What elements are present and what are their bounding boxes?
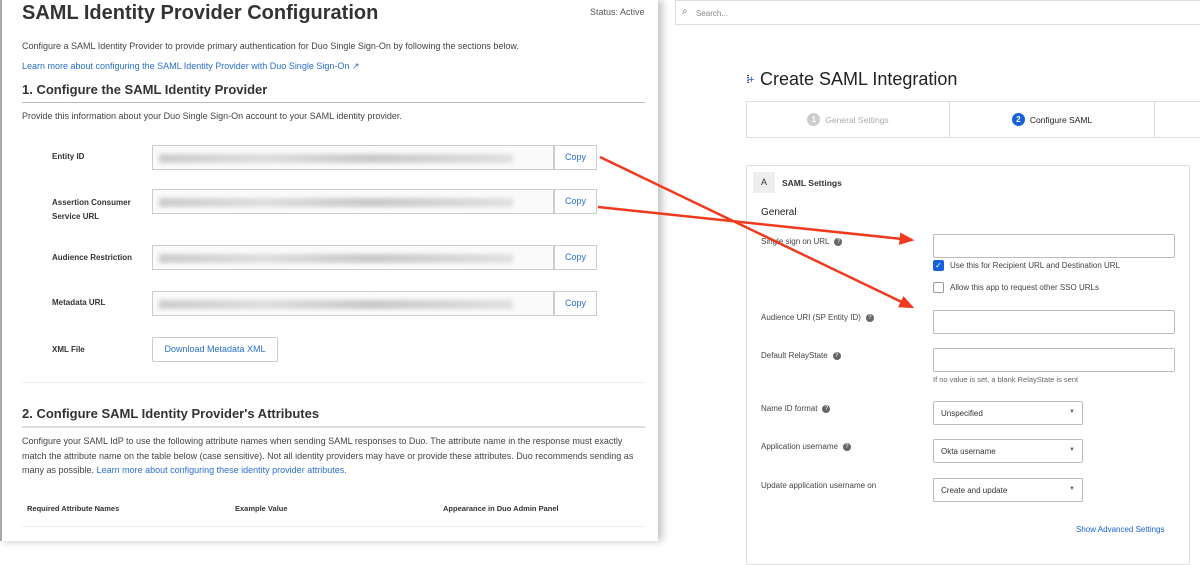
group-heading: General	[761, 207, 797, 218]
search-placeholder: Search...	[696, 9, 729, 18]
field-label: Audience Restriction	[52, 253, 133, 262]
metadata-url-field[interactable]	[152, 291, 554, 316]
status-text: Status: Active	[590, 7, 645, 17]
attributes-link[interactable]: Learn more about configuring these ident…	[97, 465, 347, 475]
checkbox-label: Allow this app to request other SSO URLs	[950, 283, 1099, 292]
search-icon: ⌕	[682, 6, 688, 17]
show-advanced-link[interactable]: Show Advanced Settings	[1076, 525, 1165, 534]
help-icon[interactable]: ?	[865, 313, 874, 322]
divider	[22, 102, 645, 103]
sso-url-input[interactable]	[933, 234, 1175, 258]
field-label: Assertion Consumer Service URL	[52, 198, 131, 221]
copy-metadata-url-button[interactable]: Copy	[554, 291, 597, 316]
tab-label: Configure SAML	[1029, 114, 1093, 125]
chevron-down-icon: ▼	[1069, 447, 1075, 453]
tab-configure-saml[interactable]: 2 Configure SAML	[950, 102, 1155, 137]
field-label: XML File	[52, 345, 85, 354]
chevron-down-icon: ▼	[1069, 486, 1075, 492]
appuser-label: Application username	[761, 442, 838, 451]
recipient-checkbox[interactable]: ✓	[933, 260, 944, 271]
page-title: SAML Identity Provider Configuration	[22, 2, 379, 24]
search-input[interactable]: ⌕ Search...	[675, 0, 1200, 25]
duo-saml-config-panel: SAML Identity Provider Configuration Sta…	[0, 0, 658, 541]
select-value: Okta username	[941, 447, 996, 456]
copy-audience-button[interactable]: Copy	[554, 245, 597, 270]
divider	[22, 382, 645, 383]
select-value: Unspecified	[941, 409, 983, 418]
other-sso-checkbox[interactable]	[933, 282, 944, 293]
help-icon[interactable]: ?	[834, 237, 843, 246]
nameid-label: Name ID format	[761, 404, 818, 413]
tab-general-settings[interactable]: 1 General Settings	[747, 102, 950, 137]
column-header: Appearance in Duo Admin Panel	[443, 504, 559, 513]
chevron-down-icon: ▼	[1069, 409, 1075, 415]
section-title: SAML Settings	[782, 178, 842, 188]
audience-label: Audience URI (SP Entity ID)	[761, 313, 861, 322]
copy-acs-url-button[interactable]: Copy	[554, 189, 597, 214]
nameid-select[interactable]: Unspecified ▼	[933, 401, 1083, 425]
external-link-icon: ↗	[349, 61, 360, 71]
page-title: Create SAML Integration	[760, 69, 958, 89]
section2-heading: 2. Configure SAML Identity Provider's At…	[22, 406, 320, 421]
help-icon[interactable]: ?	[832, 351, 841, 360]
divider	[22, 526, 645, 527]
step-number: 2	[1011, 113, 1025, 126]
checkbox-label: Use this for Recipient URL and Destinati…	[950, 261, 1121, 270]
select-value: Create and update	[941, 486, 1008, 495]
wizard-tabs: 1 General Settings 2 Configure SAML	[746, 101, 1200, 138]
sso-label: Single sign on URL	[761, 237, 830, 246]
divider	[22, 426, 645, 428]
audience-uri-input[interactable]	[933, 310, 1175, 334]
help-icon[interactable]: ?	[822, 404, 831, 413]
field-label: Metadata URL	[52, 298, 106, 307]
intro-link[interactable]: Learn more about configuring the SAML Id…	[22, 61, 349, 71]
section-letter: A	[753, 172, 775, 193]
acs-url-field[interactable]	[152, 189, 554, 214]
app-grid-icon: ⁞⁞+	[746, 74, 755, 86]
intro-text: Configure a SAML Identity Provider to pr…	[22, 41, 519, 51]
update-label: Update application username on	[761, 481, 877, 490]
app-username-select[interactable]: Okta username ▼	[933, 439, 1083, 463]
audience-restriction-field[interactable]	[152, 245, 554, 270]
column-header: Required Attribute Names	[27, 504, 120, 513]
help-icon[interactable]: ?	[842, 442, 851, 451]
entity-id-field[interactable]	[152, 145, 554, 170]
column-header: Example Value	[235, 504, 288, 513]
step-number: 1	[807, 113, 821, 126]
update-username-select[interactable]: Create and update ▼	[933, 478, 1083, 502]
tab-label: General Settings	[825, 114, 889, 125]
relay-label: Default RelayState	[761, 351, 828, 360]
field-label: Entity ID	[52, 152, 85, 161]
okta-create-saml-panel: ⌕ Search... ⁞⁞+ Create SAML Integration 1…	[660, 0, 1200, 565]
relaystate-input[interactable]	[933, 348, 1175, 372]
download-metadata-button[interactable]: Download Metadata XML	[152, 337, 278, 362]
section1-heading: 1. Configure the SAML Identity Provider	[22, 82, 268, 97]
section1-desc: Provide this information about your Duo …	[22, 111, 402, 121]
relay-hint: If no value is set, a blank RelayState i…	[933, 375, 1079, 384]
copy-entity-id-button[interactable]: Copy	[554, 145, 597, 170]
